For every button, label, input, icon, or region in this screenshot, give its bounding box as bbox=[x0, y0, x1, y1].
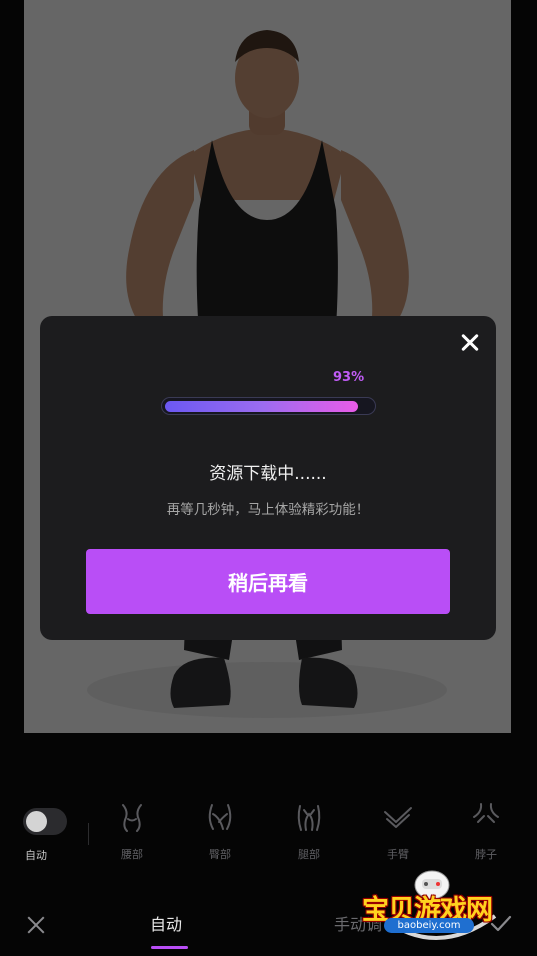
tool-leg-label: 腿部 bbox=[298, 848, 320, 861]
tool-hip[interactable]: 臀部 bbox=[190, 800, 250, 862]
tool-divider bbox=[88, 823, 89, 845]
tool-hip-label: 臀部 bbox=[209, 848, 231, 861]
dialog-title: 资源下载中...... bbox=[209, 464, 327, 484]
arm-icon bbox=[384, 807, 412, 828]
tool-waist-label: 腰部 bbox=[121, 848, 143, 861]
tab-auto[interactable]: 自动 bbox=[150, 911, 182, 935]
dialog-subtitle: 再等几秒钟，马上体验精彩功能！ bbox=[166, 502, 370, 518]
leg-icon bbox=[297, 805, 321, 831]
download-dialog: 93% 资源下载中...... 再等几秒钟，马上体验精彩功能！ 稍后再看 bbox=[40, 316, 496, 640]
tool-neck[interactable]: 脖子 bbox=[456, 800, 516, 862]
tool-waist[interactable]: 腰部 bbox=[102, 800, 162, 862]
hip-icon bbox=[208, 804, 232, 830]
tool-leg[interactable]: 腿部 bbox=[279, 800, 339, 862]
auto-toggle-label: 自动 bbox=[25, 849, 47, 862]
close-icon[interactable] bbox=[25, 914, 47, 936]
app-root: 自动 腰部 臀部 腿部 手臂 脖子 自动 手动调 宝贝游戏网 baobeiy.c… bbox=[0, 0, 537, 956]
view-later-button[interactable]: 稍后再看 bbox=[86, 549, 450, 614]
watermark-url: baobeiy.com bbox=[384, 918, 474, 933]
tool-arm[interactable]: 手臂 bbox=[368, 800, 428, 862]
auto-toggle[interactable] bbox=[23, 808, 67, 835]
tab-active-indicator bbox=[151, 946, 188, 949]
progress-fill bbox=[164, 400, 358, 412]
toggle-knob bbox=[26, 811, 47, 832]
waist-icon bbox=[122, 804, 142, 832]
neck-icon bbox=[473, 803, 499, 823]
progress-bar bbox=[161, 397, 376, 415]
dialog-close-icon[interactable] bbox=[458, 330, 482, 354]
progress-percent: 93% bbox=[333, 370, 365, 385]
